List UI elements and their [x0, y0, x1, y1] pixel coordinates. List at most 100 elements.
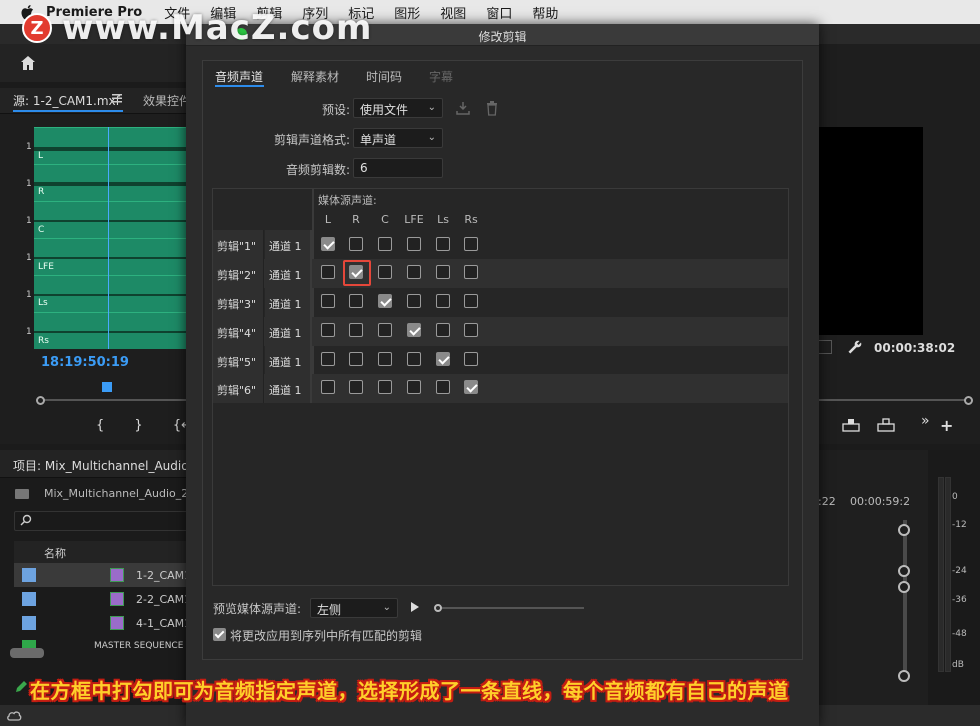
home-icon[interactable]	[19, 54, 37, 72]
channel-checkbox[interactable]	[407, 380, 421, 394]
channel-checkbox[interactable]	[407, 237, 421, 251]
save-preset-icon[interactable]	[455, 100, 471, 116]
timeline-vertical-scrollbar[interactable]	[898, 520, 912, 685]
channel-checkbox[interactable]	[321, 265, 335, 279]
tab-source[interactable]: 源: 1-2_CAM1.mxf	[13, 92, 120, 109]
preview-channel-select[interactable]: 左侧 ⌄	[310, 598, 398, 618]
menu-markers[interactable]: 标记	[348, 3, 374, 22]
mark-in-button[interactable]: {	[96, 418, 104, 433]
channel-checkbox[interactable]	[321, 294, 335, 308]
tab-timecode[interactable]: 时间码	[366, 68, 402, 85]
menu-edit[interactable]: 编辑	[210, 3, 236, 22]
menu-sequence[interactable]: 序列	[302, 3, 328, 22]
apply-to-sequence-checkbox[interactable]	[213, 628, 226, 641]
channel-checkbox[interactable]	[407, 323, 421, 337]
creative-cloud-icon[interactable]	[6, 708, 22, 722]
channel-checkbox[interactable]	[407, 352, 421, 366]
channel-checkbox[interactable]	[378, 352, 392, 366]
scrollbar-handle[interactable]	[964, 396, 973, 405]
menu-clip[interactable]: 剪辑	[256, 3, 282, 22]
preview-position-slider[interactable]	[434, 604, 584, 612]
list-item[interactable]: 4-1_CAM1	[14, 611, 191, 635]
list-item[interactable]: 1-2_CAM1	[14, 563, 191, 587]
scrollbar-handle[interactable]	[898, 565, 910, 577]
channel-checkbox[interactable]	[321, 323, 335, 337]
clip-label: 剪辑"1"	[213, 230, 264, 259]
channel-checkbox[interactable]	[436, 380, 450, 394]
channel-checkbox[interactable]	[378, 265, 392, 279]
channel-format-select[interactable]: 单声道 ⌄	[353, 128, 443, 148]
channel-checkbox[interactable]	[349, 352, 363, 366]
channel-checkbox[interactable]	[407, 265, 421, 279]
trash-icon[interactable]	[486, 100, 498, 116]
channel-checkbox[interactable]	[436, 237, 450, 251]
more-buttons-icon[interactable]: »	[921, 413, 930, 429]
app-name[interactable]: Premiere Pro	[46, 5, 142, 20]
program-video-frame[interactable]	[818, 127, 923, 335]
channel-checkbox[interactable]	[349, 380, 363, 394]
channel-checkbox[interactable]	[464, 323, 478, 337]
clip-count-input[interactable]: 6	[353, 158, 443, 178]
tab-interpret-footage[interactable]: 解释素材	[291, 68, 339, 85]
source-timecode[interactable]: 18:19:50:19	[41, 355, 129, 370]
label-color-chip[interactable]	[22, 592, 36, 606]
program-timecode[interactable]: 00:00:38:02	[874, 341, 955, 355]
channel-checkbox[interactable]	[464, 380, 478, 394]
playhead-marker[interactable]	[102, 382, 112, 392]
project-scrollbar[interactable]	[10, 648, 44, 658]
project-search-input[interactable]	[14, 511, 190, 531]
slider-handle[interactable]	[434, 604, 442, 612]
source-zoom-scrollbar[interactable]	[36, 396, 186, 405]
channel-checkbox[interactable]	[464, 352, 478, 366]
channel-checkbox[interactable]	[378, 323, 392, 337]
play-icon[interactable]	[410, 601, 420, 613]
channel-checkbox[interactable]	[321, 380, 335, 394]
channel-checkbox[interactable]	[378, 380, 392, 394]
menu-window[interactable]: 窗口	[486, 3, 512, 22]
channel-checkbox[interactable]	[378, 237, 392, 251]
label-color-chip[interactable]	[22, 616, 36, 630]
menu-graphics[interactable]: 图形	[394, 3, 420, 22]
list-item[interactable]: 2-2_CAM1	[14, 587, 191, 611]
tab-effect-controls[interactable]: 效果控件	[143, 92, 191, 109]
add-button-icon[interactable]: +	[940, 416, 953, 435]
channel-checkbox[interactable]	[407, 294, 421, 308]
channel-checkbox[interactable]	[349, 237, 363, 251]
apple-icon[interactable]	[20, 4, 34, 20]
tab-audio-channels[interactable]: 音频声道	[215, 68, 263, 85]
wrench-icon[interactable]	[847, 339, 863, 355]
pencil-icon[interactable]	[14, 680, 28, 694]
menu-file[interactable]: 文件	[164, 3, 190, 22]
scrollbar-handle[interactable]	[898, 524, 910, 536]
channel-checkbox[interactable]	[321, 352, 335, 366]
label-color-chip[interactable]	[22, 568, 36, 582]
extract-icon[interactable]	[877, 418, 895, 432]
mark-out-button[interactable]: }	[134, 418, 142, 433]
channel-checkbox[interactable]	[378, 294, 392, 308]
column-name[interactable]: 名称	[44, 545, 66, 561]
tab-project[interactable]: 项目: Mix_Multichannel_Audio_2	[13, 457, 202, 474]
preset-select[interactable]: 使用文件 ⌄	[353, 98, 443, 118]
channel-checkbox[interactable]	[436, 323, 450, 337]
lift-icon[interactable]	[842, 418, 860, 432]
channel-checkbox[interactable]	[436, 294, 450, 308]
channel-checkbox[interactable]	[349, 323, 363, 337]
channel-checkbox[interactable]	[349, 294, 363, 308]
scrollbar-handle[interactable]	[36, 396, 45, 405]
channel-checkbox[interactable]	[464, 237, 478, 251]
menu-view[interactable]: 视图	[440, 3, 466, 22]
scrollbar-handle[interactable]	[898, 581, 910, 593]
channel-checkbox[interactable]	[321, 237, 335, 251]
apply-to-sequence-label[interactable]: 将更改应用到序列中所有匹配的剪辑	[230, 627, 422, 644]
channel-checkbox[interactable]	[436, 265, 450, 279]
program-zoom-scrollbar[interactable]	[818, 396, 973, 405]
matrix-column-label: Ls	[437, 213, 449, 226]
channel-checkbox[interactable]	[464, 265, 478, 279]
zoom-dropdown[interactable]	[818, 340, 832, 354]
playhead[interactable]	[108, 127, 109, 349]
menu-help[interactable]: 帮助	[532, 3, 558, 22]
channel-checkbox[interactable]	[436, 352, 450, 366]
meter-label: -24	[952, 566, 967, 576]
panel-menu-icon[interactable]	[112, 93, 122, 103]
channel-checkbox[interactable]	[464, 294, 478, 308]
